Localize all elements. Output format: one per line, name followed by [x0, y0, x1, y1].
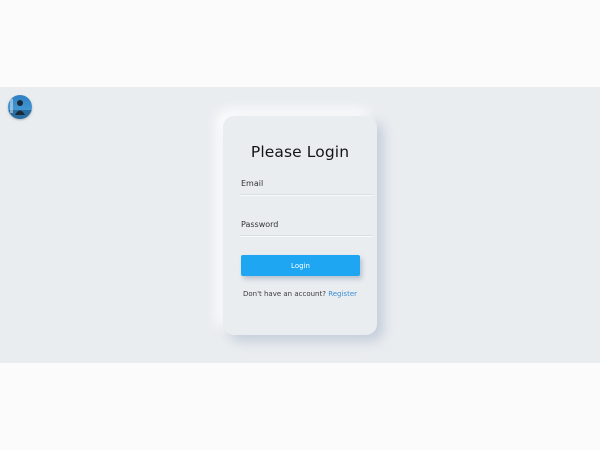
password-underline: [240, 236, 373, 237]
login-card: Please Login Email Password Login Don't …: [223, 116, 377, 335]
password-input[interactable]: [240, 219, 373, 236]
register-prompt: Don't have an account?: [242, 290, 326, 298]
email-field[interactable]: Email: [240, 178, 373, 196]
register-link[interactable]: Register: [328, 290, 357, 298]
login-title: Please Login: [250, 143, 350, 161]
login-button[interactable]: Login: [241, 255, 360, 276]
password-field[interactable]: Password: [240, 219, 373, 237]
email-underline: [240, 195, 373, 196]
user-avatar-icon: [8, 95, 32, 119]
avatar[interactable]: [8, 95, 32, 119]
register-row: Don't have an account? Register: [223, 290, 377, 298]
email-input[interactable]: [240, 178, 373, 195]
